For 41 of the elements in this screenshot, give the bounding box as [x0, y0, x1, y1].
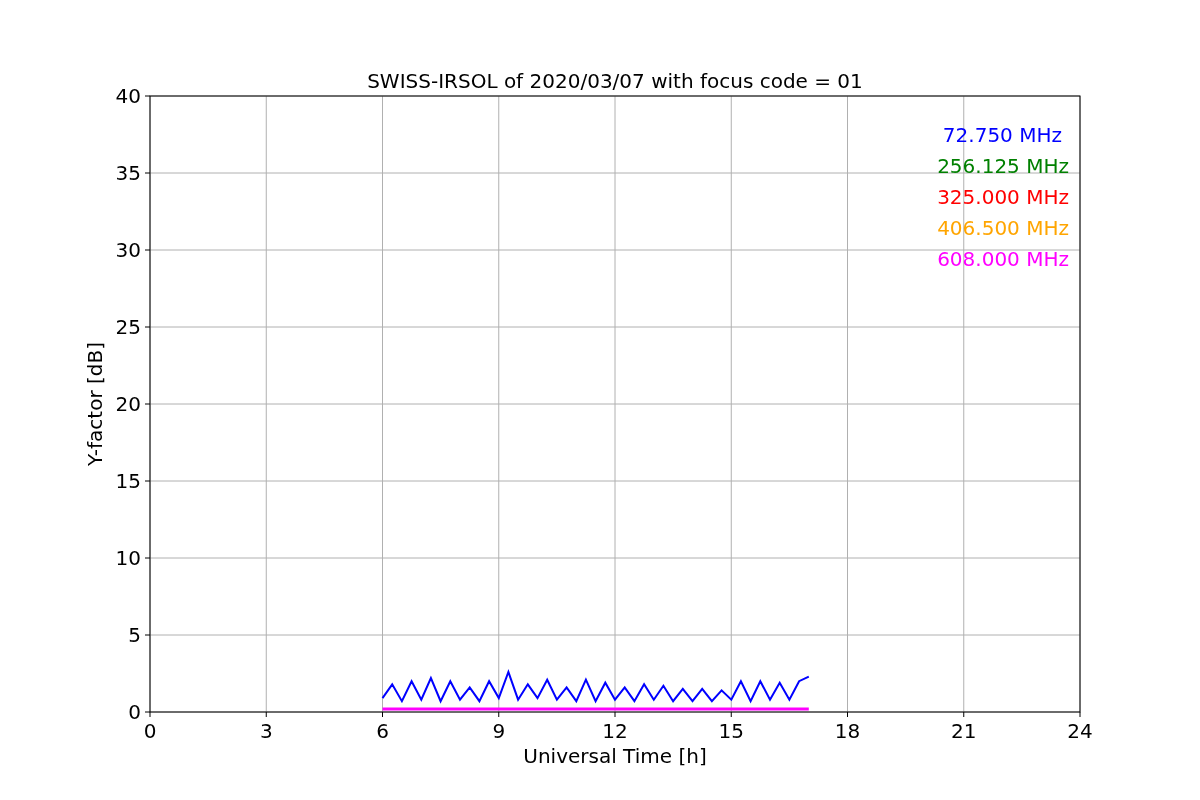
x-tick: 3: [259, 711, 273, 743]
x-tick-label: 18: [834, 719, 861, 743]
x-tick: 9: [492, 711, 506, 743]
chart-title: SWISS-IRSOL of 2020/03/07 with focus code = 01: [367, 69, 863, 93]
legend-label: 406.500 MHz: [937, 216, 1069, 240]
y-tick-label: 0: [128, 700, 141, 724]
y-tick: 5: [128, 623, 151, 647]
y-tick-label: 15: [115, 469, 141, 493]
y-tick: 10: [115, 546, 151, 570]
legend-label: 325.000 MHz: [937, 185, 1069, 209]
x-tick: 24: [1067, 711, 1093, 743]
x-tick-label: 15: [718, 719, 744, 743]
y-tick-label: 5: [128, 623, 141, 647]
x-tick: 18: [834, 711, 861, 743]
y-tick-label: 30: [115, 238, 141, 262]
x-tick-label: 12: [602, 719, 628, 743]
y-tick: 15: [115, 469, 151, 493]
y-tick: 20: [115, 392, 151, 416]
y-tick: 40: [115, 84, 151, 108]
x-tick-label: 21: [951, 719, 977, 743]
y-tick-label: 25: [115, 315, 141, 339]
x-tick-label: 9: [492, 719, 506, 743]
x-tick: 21: [951, 711, 977, 743]
y-tick-label: 20: [115, 392, 141, 416]
legend-label: 608.000 MHz: [937, 247, 1069, 271]
y-tick: 30: [115, 238, 151, 262]
y-tick: 25: [115, 315, 151, 339]
y-tick-label: 10: [115, 546, 141, 570]
x-tick: 6: [376, 711, 389, 743]
y-axis-label: Y-factor [dB]: [83, 342, 107, 466]
x-tick-label: 6: [376, 719, 389, 743]
x-tick: 12: [602, 711, 628, 743]
legend-label: 72.750 MHz: [942, 123, 1062, 147]
y-tick-label: 35: [115, 161, 141, 185]
x-tick-label: 3: [259, 719, 273, 743]
y-tick-label: 40: [115, 84, 141, 108]
y-tick: 35: [115, 161, 151, 185]
x-tick: 15: [718, 711, 744, 743]
x-tick-label: 24: [1067, 719, 1093, 743]
legend-label: 256.125 MHz: [937, 154, 1069, 178]
x-axis-label: Universal Time [h]: [523, 744, 707, 768]
